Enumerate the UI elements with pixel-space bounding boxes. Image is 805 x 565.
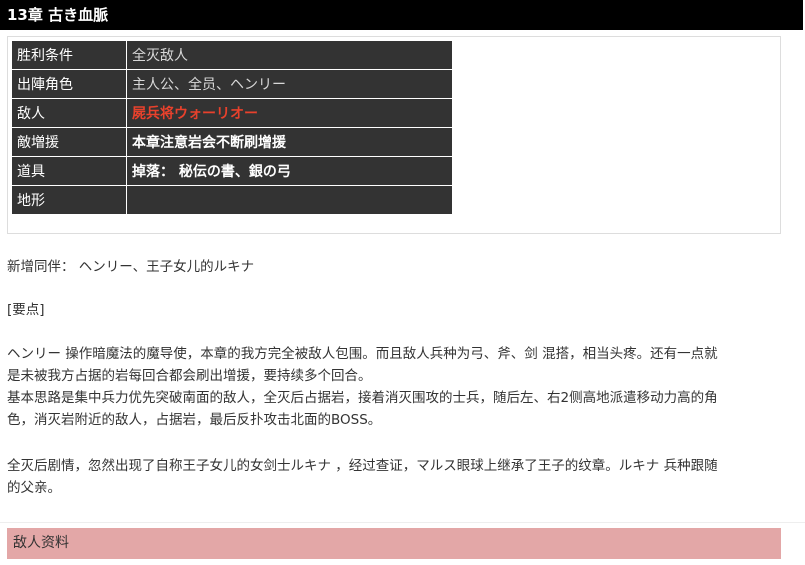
terrain-label: 地形: [11, 185, 127, 215]
paragraph-line: 色，消灭岩附近的敌人，占据岩，最后反扑攻击北面的BOSS。: [7, 412, 382, 428]
paragraph-line: 全灭后剧情，忽然出现了自称王子女儿的女剑士ルキナ ，经过查证，マルス眼球上继承了…: [7, 458, 718, 474]
victory-condition-value: 全灭敌人: [126, 40, 453, 70]
terrain-value: [126, 185, 453, 215]
victory-condition-label: 胜利条件: [11, 40, 127, 70]
page-title: 13章 古き血脈: [0, 0, 803, 30]
items-value: 掉落： 秘伝の書、銀の弓: [126, 156, 453, 186]
items-label: 道具: [11, 156, 127, 186]
table-row: 敵増援 本章注意岩会不断刷增援: [11, 127, 453, 157]
table-row: 胜利条件 全灭敌人: [11, 40, 453, 70]
enemy-label: 敌人: [11, 98, 127, 128]
reinforcement-label: 敵増援: [11, 127, 127, 157]
paragraph-line: 的父亲。: [7, 480, 61, 496]
paragraph-line: 是未被我方占据的岩每回合都会刷出增援，要持续多个回合。: [7, 368, 372, 384]
paragraph-line: 基本思路是集中兵力优先突破南面的敌人，全灭后占据岩，接着消灭围攻的士兵，随后左、…: [7, 390, 718, 406]
paragraph-line: ヘンリー 操作暗魔法的魔导使，本章的我方完全被敌人包围。而且敌人兵种为弓、斧、剑…: [7, 346, 718, 362]
table-row: 敌人 屍兵将ウォーリオー: [11, 98, 453, 128]
chapter-info-table: 胜利条件 全灭敌人 出陣角色 主人公、全员、ヘンリー 敌人 屍兵将ウォーリオー …: [11, 40, 453, 215]
divider: [0, 522, 805, 523]
deploy-units-value: 主人公、全员、ヘンリー: [126, 69, 453, 99]
table-row: 出陣角色 主人公、全员、ヘンリー: [11, 69, 453, 99]
table-row: 地形: [11, 185, 453, 215]
story-paragraph: 全灭后剧情，忽然出现了自称王子女儿的女剑士ルキナ ，经过查证，マルス眼球上继承了…: [7, 455, 797, 499]
key-points-heading: [要点]: [7, 302, 45, 318]
new-ally-text: 新增同伴： ヘンリー、王子女儿的ルキナ: [7, 259, 255, 275]
deploy-units-label: 出陣角色: [11, 69, 127, 99]
enemy-data-section-header[interactable]: 敌人资料: [7, 528, 781, 559]
table-row: 道具 掉落： 秘伝の書、銀の弓: [11, 156, 453, 186]
reinforcement-value: 本章注意岩会不断刷增援: [126, 127, 453, 157]
strategy-paragraph-1: ヘンリー 操作暗魔法的魔导使，本章的我方完全被敌人包围。而且敌人兵种为弓、斧、剑…: [7, 343, 797, 431]
enemy-boss-link[interactable]: 屍兵将ウォーリオー: [126, 98, 453, 128]
